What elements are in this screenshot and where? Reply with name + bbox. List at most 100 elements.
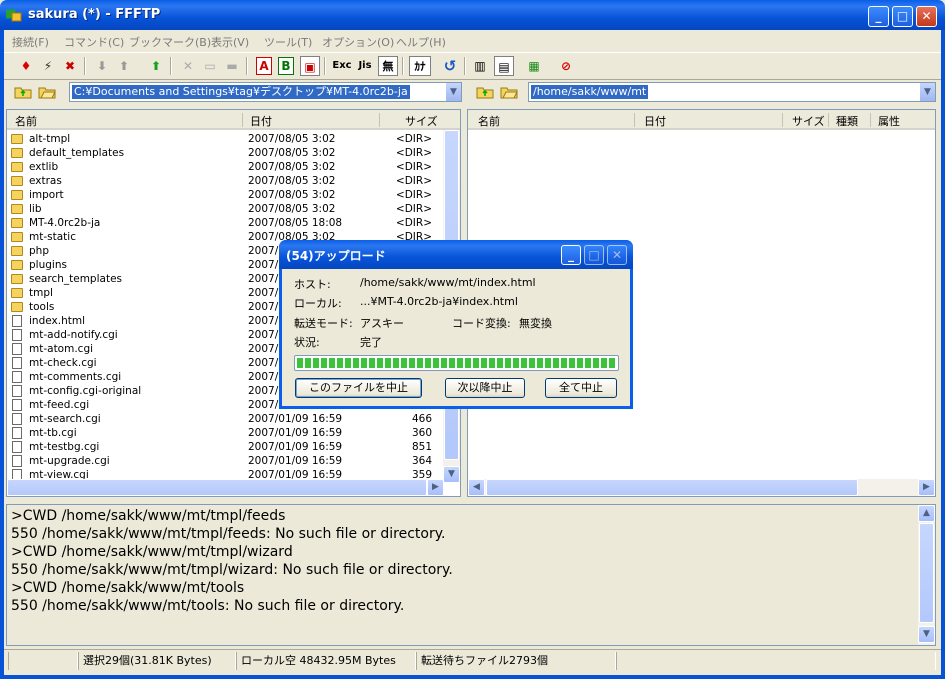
folder-icon — [11, 232, 23, 242]
local-path-bar: C:¥Documents and Settings¥tag¥デスクトップ¥MT-… — [12, 81, 462, 104]
file-date: 2007/ — [248, 273, 279, 285]
column-divider — [782, 113, 783, 127]
table-row[interactable]: extras 2007/08/05 3:02 <DIR> — [7, 174, 447, 188]
upload-dialog: (54)アップロード _ □ ✕ ホスト: /home/sakk/www/mt/… — [279, 240, 633, 409]
file-name: lib — [29, 203, 42, 215]
scroll-down-icon[interactable]: ▼ — [918, 626, 935, 643]
scroll-left-icon[interactable]: ◀ — [468, 479, 485, 496]
kana-convert-icon[interactable]: ｶﾅ — [409, 56, 431, 76]
file-date: 2007/ — [248, 357, 279, 369]
file-name: search_templates — [29, 273, 122, 285]
jis-code-icon[interactable]: Jis — [354, 56, 376, 76]
menu-view[interactable]: 表示(V) — [211, 34, 249, 50]
no-conversion-icon[interactable]: 無 — [378, 56, 398, 76]
quick-connect-icon[interactable]: ⚡ — [38, 56, 58, 76]
file-date: 2007/08/05 3:02 — [248, 189, 336, 201]
file-date: 2007/ — [248, 287, 279, 299]
local-horizontal-scrollbar[interactable]: ▶ — [7, 479, 444, 496]
file-size: 360 — [411, 427, 432, 439]
column-type-header[interactable]: 種類 — [836, 113, 858, 129]
exec-code-icon[interactable]: Exc — [330, 56, 354, 76]
table-row[interactable]: mt-testbg.cgi 2007/01/09 16:59 851 — [7, 440, 447, 454]
mirror-upload-icon[interactable]: ⬆ — [146, 56, 166, 76]
refresh-icon[interactable]: ↺ — [440, 56, 460, 76]
local-open-folder-icon[interactable] — [38, 85, 56, 99]
file-icon — [12, 357, 22, 369]
remote-up-folder-icon[interactable] — [476, 85, 494, 99]
file-name: import — [29, 189, 64, 201]
binary-mode-icon[interactable]: B — [278, 57, 294, 75]
table-row[interactable]: extlib 2007/08/05 3:02 <DIR> — [7, 160, 447, 174]
file-name: mt-static — [29, 231, 76, 243]
column-size-header[interactable]: サイズ — [792, 113, 825, 129]
file-name: mt-add-notify.cgi — [29, 329, 118, 341]
toolbar: ♦ ⚡ ✖ ⬇ ⬆ ⬆ ✕ ▭ ▬ A B ▣ Exc Jis 無 ｶﾅ ↺ ▥… — [4, 52, 941, 80]
new-folder-icon[interactable]: ▬ — [222, 56, 242, 76]
table-row[interactable]: default_templates 2007/08/05 3:02 <DIR> — [7, 146, 447, 160]
table-row[interactable]: mt-search.cgi 2007/01/09 16:59 466 — [7, 412, 447, 426]
table-row[interactable]: mt-tb.cgi 2007/01/09 16:59 360 — [7, 426, 447, 440]
local-path-combo[interactable]: C:¥Documents and Settings¥tag¥デスクトップ¥MT-… — [69, 82, 462, 102]
menu-option[interactable]: オプション(O) — [322, 34, 394, 50]
scroll-right-icon[interactable]: ▶ — [427, 479, 444, 496]
scroll-down-icon[interactable]: ▼ — [443, 466, 460, 483]
table-row[interactable]: alt-tmpl 2007/08/05 3:02 <DIR> — [7, 132, 447, 146]
delete-icon[interactable]: ✕ — [178, 56, 198, 76]
connect-icon[interactable]: ♦ — [16, 56, 36, 76]
column-date-header[interactable]: 日付 — [644, 113, 666, 129]
chevron-down-icon[interactable]: ▼ — [445, 83, 461, 101]
folder-icon — [11, 148, 23, 158]
table-row[interactable]: mt-upgrade.cgi 2007/01/09 16:59 364 — [7, 454, 447, 468]
auto-mode-icon[interactable]: ▣ — [300, 56, 320, 76]
transfer-mode-label: 転送モード: — [294, 317, 353, 330]
local-up-folder-icon[interactable] — [14, 85, 32, 99]
menu-command[interactable]: コマンド(C) — [64, 34, 124, 50]
column-divider — [870, 113, 871, 127]
minimize-button[interactable]: _ — [868, 6, 889, 27]
rename-icon[interactable]: ▭ — [200, 56, 220, 76]
menu-connect[interactable]: 接続(F) — [12, 34, 49, 50]
column-attr-header[interactable]: 属性 — [878, 113, 900, 129]
remote-horizontal-scrollbar[interactable]: ◀ ▶ — [468, 479, 935, 496]
disconnect-icon[interactable]: ✖ — [60, 56, 80, 76]
scroll-right-icon[interactable]: ▶ — [918, 479, 935, 496]
download-icon[interactable]: ⬇ — [92, 56, 112, 76]
dialog-minimize-button[interactable]: _ — [561, 245, 581, 265]
tree-view-icon[interactable]: ▦ — [524, 56, 544, 76]
log-vertical-scrollbar[interactable]: ▲ ▼ — [918, 505, 935, 645]
chevron-down-icon[interactable]: ▼ — [919, 83, 935, 101]
scroll-thumb[interactable] — [486, 479, 858, 496]
column-date-header[interactable]: 日付 — [250, 113, 272, 129]
list-view-icon[interactable]: ▥ — [470, 56, 490, 76]
remote-open-folder-icon[interactable] — [500, 85, 518, 99]
progress-fill — [297, 358, 616, 368]
table-row[interactable]: import 2007/08/05 3:02 <DIR> — [7, 188, 447, 202]
stop-next-button[interactable]: 次以降中止 — [445, 378, 525, 398]
table-row[interactable]: MT-4.0rc2b-ja 2007/08/05 18:08 <DIR> — [7, 216, 447, 230]
file-name: mt-atom.cgi — [29, 343, 94, 355]
column-name-header[interactable]: 名前 — [478, 113, 500, 129]
stop-icon[interactable]: ⊘ — [556, 56, 576, 76]
stop-file-button[interactable]: このファイルを中止 — [295, 378, 422, 398]
table-row[interactable]: lib 2007/08/05 3:02 <DIR> — [7, 202, 447, 216]
command-log[interactable]: >CWD /home/sakk/www/mt/tmpl/feeds 550 /h… — [6, 504, 936, 646]
file-icon — [12, 455, 22, 467]
scroll-up-icon[interactable]: ▲ — [918, 505, 935, 522]
close-button[interactable]: ✕ — [916, 6, 937, 27]
menu-tool[interactable]: ツール(T) — [264, 34, 312, 50]
stop-all-button[interactable]: 全て中止 — [545, 378, 617, 398]
status-empty-cell — [8, 652, 78, 670]
scroll-thumb[interactable] — [7, 479, 427, 496]
menu-bookmark[interactable]: ブックマーク(B) — [129, 34, 211, 50]
window-title: sakura (*) - FFFTP — [28, 7, 161, 22]
remote-path-combo[interactable]: /home/sakk/www/mt ▼ — [528, 82, 936, 102]
menu-help[interactable]: ヘルプ(H) — [396, 34, 446, 50]
ascii-mode-icon[interactable]: A — [256, 57, 272, 75]
file-date: 2007/ — [248, 315, 279, 327]
scroll-thumb[interactable] — [919, 523, 934, 623]
column-size-header[interactable]: サイズ — [405, 113, 438, 129]
upload-icon[interactable]: ⬆ — [114, 56, 134, 76]
detail-view-icon[interactable]: ▤ — [494, 56, 514, 76]
maximize-button[interactable]: □ — [892, 6, 913, 27]
column-name-header[interactable]: 名前 — [15, 113, 37, 129]
